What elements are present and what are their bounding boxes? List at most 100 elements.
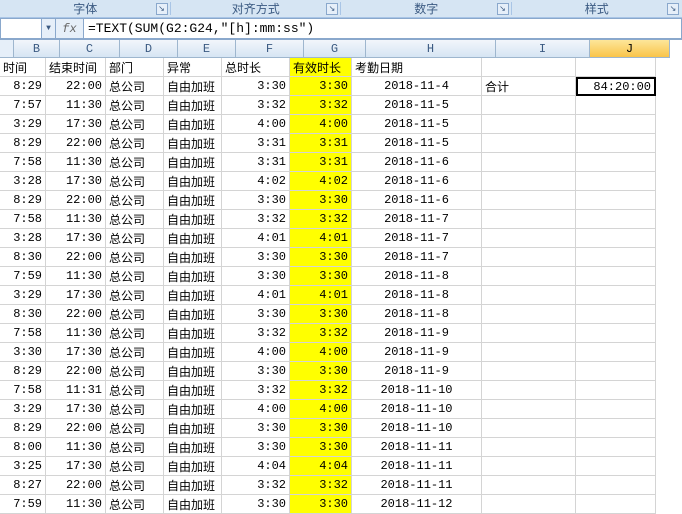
cell[interactable]: 8:29 [0, 134, 46, 153]
cell[interactable]: 22:00 [46, 419, 106, 438]
cell[interactable]: 3:30 [222, 438, 290, 457]
cell[interactable]: 11:30 [46, 438, 106, 457]
cell[interactable] [482, 115, 576, 134]
cell[interactable]: 自由加班 [164, 286, 222, 305]
cell[interactable]: 2018-11-11 [352, 457, 482, 476]
cell[interactable]: 4:01 [222, 286, 290, 305]
cell[interactable]: 2018-11-6 [352, 191, 482, 210]
cell[interactable]: 自由加班 [164, 381, 222, 400]
cell[interactable]: 4:04 [290, 457, 352, 476]
header-cell[interactable]: 考勤日期 [352, 58, 482, 77]
cell[interactable]: 17:30 [46, 286, 106, 305]
cell[interactable]: 自由加班 [164, 362, 222, 381]
dialog-launcher-icon[interactable]: ↘ [667, 3, 679, 15]
cell[interactable] [576, 96, 656, 115]
cell[interactable]: 2018-11-6 [352, 172, 482, 191]
cell[interactable]: 7:59 [0, 267, 46, 286]
cell[interactable]: 2018-11-8 [352, 267, 482, 286]
cell[interactable]: 2018-11-11 [352, 438, 482, 457]
cell[interactable]: 22:00 [46, 362, 106, 381]
cell[interactable]: 2018-11-7 [352, 210, 482, 229]
cell[interactable]: 自由加班 [164, 172, 222, 191]
cell[interactable]: 3:30 [290, 419, 352, 438]
cell[interactable]: 总公司 [106, 210, 164, 229]
cell[interactable]: 4:00 [222, 343, 290, 362]
column-header[interactable]: I [496, 40, 590, 58]
cell[interactable]: 3:25 [0, 457, 46, 476]
cell[interactable]: 总公司 [106, 153, 164, 172]
column-header[interactable]: F [236, 40, 304, 58]
dialog-launcher-icon[interactable]: ↘ [326, 3, 338, 15]
cell[interactable]: 8:29 [0, 419, 46, 438]
cell[interactable]: 2018-11-8 [352, 305, 482, 324]
name-box-dropdown-icon[interactable]: ▼ [41, 19, 55, 38]
cell[interactable]: 3:32 [290, 210, 352, 229]
cell[interactable]: 2018-11-10 [352, 419, 482, 438]
cell[interactable]: 4:04 [222, 457, 290, 476]
cell[interactable] [576, 248, 656, 267]
cell[interactable]: 4:02 [290, 172, 352, 191]
cell[interactable]: 3:32 [222, 210, 290, 229]
dialog-launcher-icon[interactable]: ↘ [156, 3, 168, 15]
cell[interactable] [576, 153, 656, 172]
cell[interactable]: 自由加班 [164, 210, 222, 229]
cell[interactable]: 总公司 [106, 191, 164, 210]
header-cell[interactable]: 总时长 [222, 58, 290, 77]
column-header[interactable]: G [304, 40, 366, 58]
cell[interactable]: 3:30 [290, 305, 352, 324]
cell[interactable]: 2018-11-9 [352, 362, 482, 381]
cell[interactable]: 4:02 [222, 172, 290, 191]
cell[interactable]: 3:30 [290, 248, 352, 267]
cell[interactable] [482, 96, 576, 115]
cell[interactable]: 8:00 [0, 438, 46, 457]
cell[interactable]: 7:57 [0, 96, 46, 115]
cell[interactable]: 3:31 [290, 134, 352, 153]
cell[interactable]: 2018-11-10 [352, 400, 482, 419]
cell[interactable]: 3:30 [222, 419, 290, 438]
cell[interactable]: 总公司 [106, 362, 164, 381]
cell[interactable]: 2018-11-12 [352, 495, 482, 514]
cell[interactable]: 4:00 [222, 400, 290, 419]
cell[interactable] [482, 400, 576, 419]
cell[interactable]: 2018-11-9 [352, 343, 482, 362]
header-cell[interactable]: 时间 [0, 58, 46, 77]
cell[interactable]: 自由加班 [164, 495, 222, 514]
cell[interactable]: 11:30 [46, 153, 106, 172]
cell[interactable] [482, 248, 576, 267]
cell[interactable]: 3:28 [0, 229, 46, 248]
cell[interactable] [576, 210, 656, 229]
cell[interactable]: 自由加班 [164, 96, 222, 115]
cell[interactable]: 11:30 [46, 495, 106, 514]
column-header[interactable]: E [178, 40, 236, 58]
cell[interactable]: 3:31 [222, 134, 290, 153]
cell[interactable] [482, 286, 576, 305]
cell[interactable] [482, 362, 576, 381]
cell[interactable]: 总公司 [106, 96, 164, 115]
cell[interactable]: 4:01 [290, 229, 352, 248]
dialog-launcher-icon[interactable]: ↘ [497, 3, 509, 15]
cell[interactable]: 7:58 [0, 381, 46, 400]
column-header[interactable]: D [120, 40, 178, 58]
header-cell[interactable]: 有效时长 [290, 58, 352, 77]
cell[interactable] [576, 115, 656, 134]
cell[interactable]: 8:30 [0, 248, 46, 267]
cell[interactable]: 自由加班 [164, 191, 222, 210]
header-cell[interactable] [482, 58, 576, 77]
cell[interactable] [576, 457, 656, 476]
cell[interactable]: 3:32 [222, 96, 290, 115]
cell[interactable]: 总公司 [106, 115, 164, 134]
cell[interactable]: 22:00 [46, 134, 106, 153]
cell[interactable]: 3:29 [0, 400, 46, 419]
cell[interactable]: 22:00 [46, 248, 106, 267]
cell[interactable]: 3:30 [290, 438, 352, 457]
cell[interactable]: 3:30 [290, 362, 352, 381]
cell[interactable]: 3:28 [0, 172, 46, 191]
formula-input[interactable]: =TEXT(SUM(G2:G24,"[h]:mm:ss") [84, 18, 682, 39]
cell[interactable]: 总公司 [106, 305, 164, 324]
cell[interactable]: 3:32 [290, 96, 352, 115]
cell[interactable]: 总公司 [106, 381, 164, 400]
cell[interactable]: 3:32 [290, 324, 352, 343]
cell[interactable]: 总公司 [106, 286, 164, 305]
cell[interactable]: 4:01 [222, 229, 290, 248]
cell[interactable]: 自由加班 [164, 457, 222, 476]
